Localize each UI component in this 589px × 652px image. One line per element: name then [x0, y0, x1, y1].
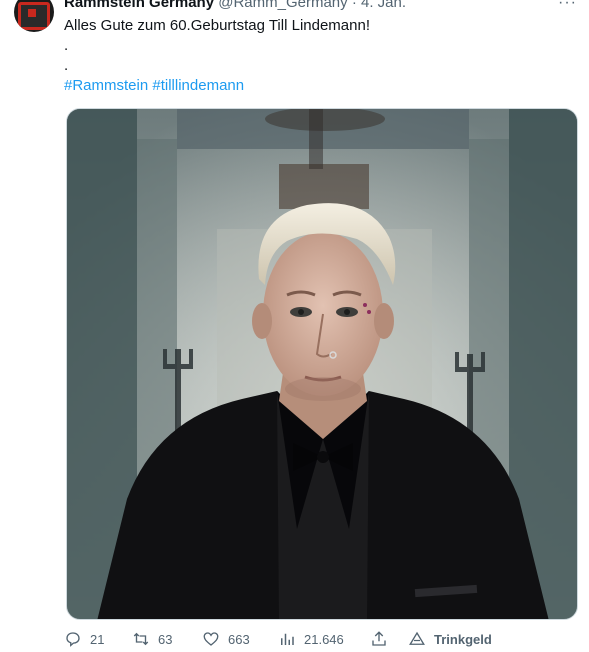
retweet-count: 63	[158, 631, 173, 647]
more-options-icon[interactable]: ···	[558, 0, 577, 12]
tweet-header: Rammstein Germany @Ramm_Germany · 4. Jan…	[64, 0, 406, 11]
like-button[interactable]: 663	[202, 630, 250, 648]
tweet-text: Alles Gute zum 60.Geburtstag Till Lindem…	[64, 16, 370, 96]
author-name[interactable]: Rammstein Germany	[64, 0, 214, 11]
author-avatar[interactable]	[14, 0, 54, 32]
views-button[interactable]: 21.646	[278, 630, 344, 648]
like-count: 663	[228, 631, 250, 647]
tweet-date[interactable]: 4. Jan.	[361, 0, 406, 11]
share-button[interactable]	[370, 630, 388, 648]
tweet-text-line: .	[64, 37, 69, 54]
views-icon	[281, 633, 294, 645]
reply-icon	[66, 632, 80, 647]
retweet-button[interactable]: 63	[132, 630, 172, 648]
heart-icon	[203, 632, 219, 646]
rammstein-logo	[18, 2, 50, 30]
tweet-photo[interactable]	[66, 108, 578, 620]
view-count: 21.646	[304, 631, 344, 647]
tweet-text-line: Alles Gute zum 60.Geburtstag Till Lindem…	[64, 17, 370, 34]
tweet-text-line: .	[64, 57, 69, 74]
reply-count: 21	[90, 631, 105, 647]
hashtag-link[interactable]: #Rammstein	[64, 77, 148, 94]
share-icon	[372, 631, 386, 646]
tip-icon	[409, 631, 425, 645]
hashtag-link[interactable]: #tilllindemann	[152, 77, 244, 94]
hashtag-list: #Rammstein #tilllindemann	[64, 76, 370, 96]
portrait-photo	[67, 109, 577, 619]
tip-label: Trinkgeld	[434, 631, 492, 647]
tip-button[interactable]: Trinkgeld	[408, 630, 492, 648]
retweet-icon	[133, 632, 149, 646]
tweet-action-bar: 21 63 663 21.646 Trinkgeld	[64, 630, 584, 652]
reply-button[interactable]: 21	[64, 630, 104, 648]
author-handle[interactable]: @Ramm_Germany	[218, 0, 347, 11]
separator-dot: ·	[351, 0, 357, 11]
